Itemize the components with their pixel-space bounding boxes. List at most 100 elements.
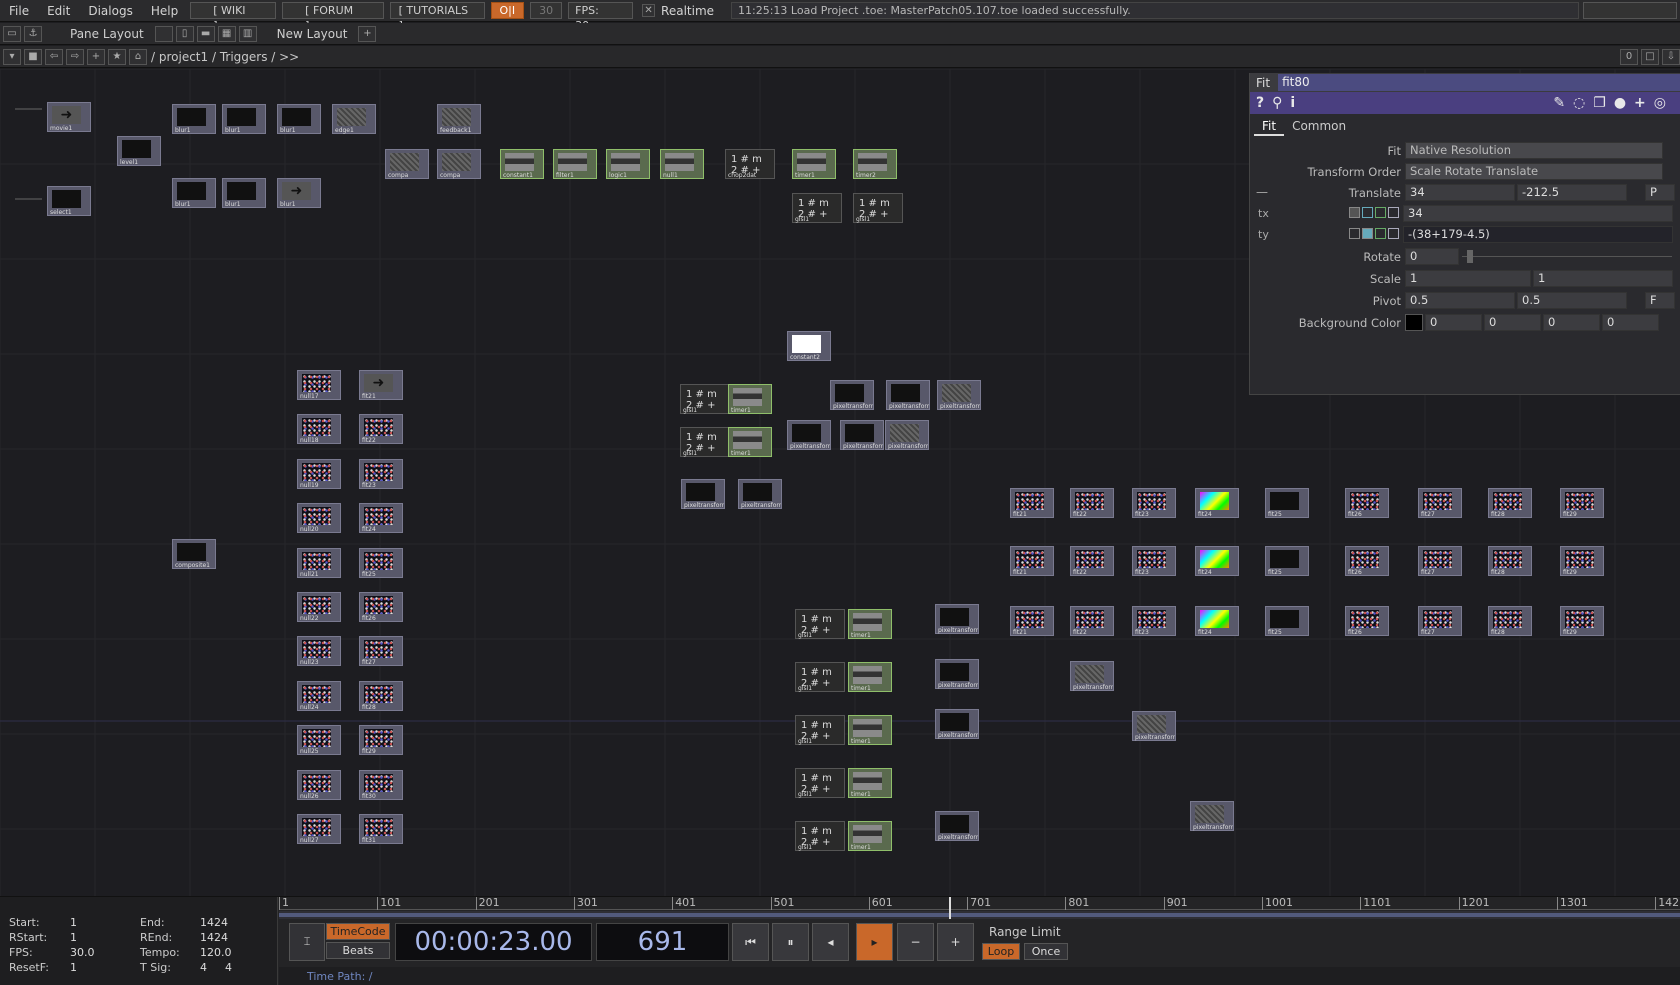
add-layout-button[interactable]: + [358, 25, 377, 42]
layout-quad-button[interactable]: ▦ [217, 25, 236, 42]
translate-p-button[interactable]: P [1645, 184, 1675, 201]
stop-icon[interactable]: ■ [24, 48, 42, 65]
operator-node[interactable]: logic1 [606, 149, 650, 179]
operator-node[interactable]: fit25 [1265, 546, 1309, 576]
chevron-down-icon[interactable]: ▾ [3, 48, 21, 65]
operator-node[interactable]: 1 # m2 # + glsl1 [795, 715, 845, 745]
operator-node[interactable]: fit31 [359, 814, 403, 844]
python-icon[interactable]: ● [1614, 95, 1626, 111]
operator-node[interactable]: null20 [297, 503, 341, 534]
home-icon[interactable]: ⌂ [129, 48, 147, 65]
operator-node[interactable]: null25 [297, 725, 341, 756]
mode-expression-icon[interactable] [1362, 228, 1373, 239]
mode-expression-icon[interactable] [1362, 207, 1373, 218]
translate-y-field[interactable]: -212.5 [1517, 184, 1627, 201]
operator-node[interactable]: fit28 [1488, 488, 1532, 518]
operator-node[interactable]: blur1 [222, 178, 266, 208]
operator-node[interactable]: pixeltransform [787, 420, 831, 450]
operator-node[interactable]: fit24 [359, 503, 403, 534]
operator-node[interactable]: fit23 [1132, 546, 1176, 576]
fps-value[interactable]: 30.0 [70, 946, 140, 961]
mode-bind-icon[interactable] [1388, 228, 1399, 239]
operator-node[interactable]: fit27 [359, 636, 403, 667]
pivot-x-field[interactable]: 0.5 [1405, 292, 1515, 309]
end-value[interactable]: 1424 [200, 916, 230, 931]
operator-node[interactable]: 1 # m2 # + glsl1 [795, 821, 845, 851]
operator-node[interactable]: timer1 [848, 715, 892, 745]
copy-icon[interactable]: ❐ [1593, 95, 1606, 111]
operator-node[interactable]: fit23 [359, 458, 403, 489]
operator-node[interactable]: fit27 [1418, 606, 1462, 636]
operator-node[interactable]: blur1 [277, 104, 321, 134]
operator-node[interactable]: null23 [297, 636, 341, 667]
operator-node[interactable]: timer1 [848, 768, 892, 798]
operator-node[interactable]: pixeltransform [681, 479, 725, 509]
operator-node[interactable]: fit21 [1010, 606, 1054, 636]
operator-node[interactable]: null22 [297, 592, 341, 622]
tempo-value[interactable]: 120.0 [200, 946, 232, 961]
operator-node[interactable]: fit26 [359, 592, 403, 622]
once-button[interactable]: Once [1024, 943, 1068, 960]
add-op-icon[interactable]: + [87, 48, 105, 65]
menu-edit[interactable]: Edit [38, 0, 79, 22]
pivot-f-button[interactable]: F [1645, 292, 1675, 309]
operator-node[interactable]: 1 # m2 # + glsl1 [795, 662, 845, 692]
operator-node[interactable]: constant1 [500, 149, 544, 179]
back-arrow-icon[interactable]: ⇦ [45, 48, 63, 65]
operator-node[interactable]: fit26 [1345, 546, 1389, 576]
mode-constant-icon[interactable] [1349, 228, 1360, 239]
operator-node[interactable]: fit30 [359, 769, 403, 800]
beats-button[interactable]: Beats [326, 942, 390, 959]
toggle-icon[interactable]: ⌶ [289, 923, 325, 961]
playhead[interactable] [948, 897, 951, 919]
operator-node[interactable]: fit23 [1132, 488, 1176, 518]
forum-button[interactable]: [ FORUM ] [282, 2, 384, 32]
collapse-icon[interactable]: — [1256, 185, 1268, 199]
operator-node[interactable]: null21 [297, 547, 341, 578]
operator-node[interactable]: 1 # m2 # + glsl1 [680, 427, 730, 457]
operator-node[interactable]: fit26 [1345, 488, 1389, 518]
realtime-checkbox[interactable]: ✕ [642, 4, 656, 17]
fps-cap-field[interactable]: 30 [530, 2, 563, 19]
operator-node[interactable]: fit24 [1195, 546, 1239, 576]
ty-expression-field[interactable]: -(38+179-4.5) [1403, 226, 1673, 243]
operator-node[interactable]: 1 # m2 # + glsl1 [680, 384, 730, 414]
operator-node[interactable]: constant2 [787, 331, 831, 361]
layout-single-button[interactable] [154, 25, 173, 42]
bg-r-field[interactable]: 0 [1425, 314, 1482, 331]
operator-node[interactable]: pixeltransform [935, 811, 979, 841]
operator-node[interactable]: 1 # m2 # + glsl1 [795, 609, 845, 639]
mode-bind-icon[interactable] [1388, 207, 1399, 218]
bg-g-field[interactable]: 0 [1484, 314, 1541, 331]
scale-x-field[interactable]: 1 [1405, 270, 1531, 287]
operator-node[interactable]: compa [385, 149, 429, 179]
operator-node[interactable]: null26 [297, 769, 341, 800]
operator-node[interactable]: fit21 [1010, 488, 1054, 518]
operator-node[interactable]: fit23 [1132, 606, 1176, 636]
layout-split-v-button[interactable]: ▬ [196, 25, 215, 42]
operator-node[interactable]: pixeltransform [885, 420, 929, 450]
operator-node[interactable]: fit24 [1195, 488, 1239, 518]
tsig-a-value[interactable]: 4 [200, 961, 225, 976]
operator-node[interactable]: pixeltransform [830, 380, 874, 410]
operator-node[interactable]: 1 # m2 # + glsl1 [792, 193, 842, 223]
menu-file[interactable]: File [0, 0, 38, 22]
play-icon[interactable]: ▸ [856, 923, 893, 961]
layout-split-h-button[interactable]: ▯ [175, 25, 194, 42]
info-icon[interactable]: i [1290, 95, 1295, 111]
operator-node[interactable]: null17 [297, 370, 341, 400]
operator-node[interactable]: fit22 [1070, 606, 1114, 636]
operator-node[interactable]: null19 [297, 458, 341, 489]
operator-node[interactable]: fit27 [1418, 546, 1462, 576]
operator-node[interactable]: 1 # m2 # + chop2dat [725, 149, 775, 179]
translate-x-field[interactable]: 34 [1405, 184, 1515, 201]
operator-node[interactable]: blur1 [222, 104, 266, 134]
layout-triple-button[interactable]: ▥ [238, 25, 257, 42]
operator-node[interactable]: pixeltransform [935, 659, 979, 689]
operator-node[interactable]: edge1 [332, 104, 376, 134]
operator-node[interactable]: compa [437, 149, 481, 179]
operator-node[interactable]: fit25 [359, 547, 403, 578]
bg-b-field[interactable]: 0 [1543, 314, 1600, 331]
operator-node[interactable]: filter1 [553, 149, 597, 179]
operator-node[interactable]: fit25 [1265, 606, 1309, 636]
